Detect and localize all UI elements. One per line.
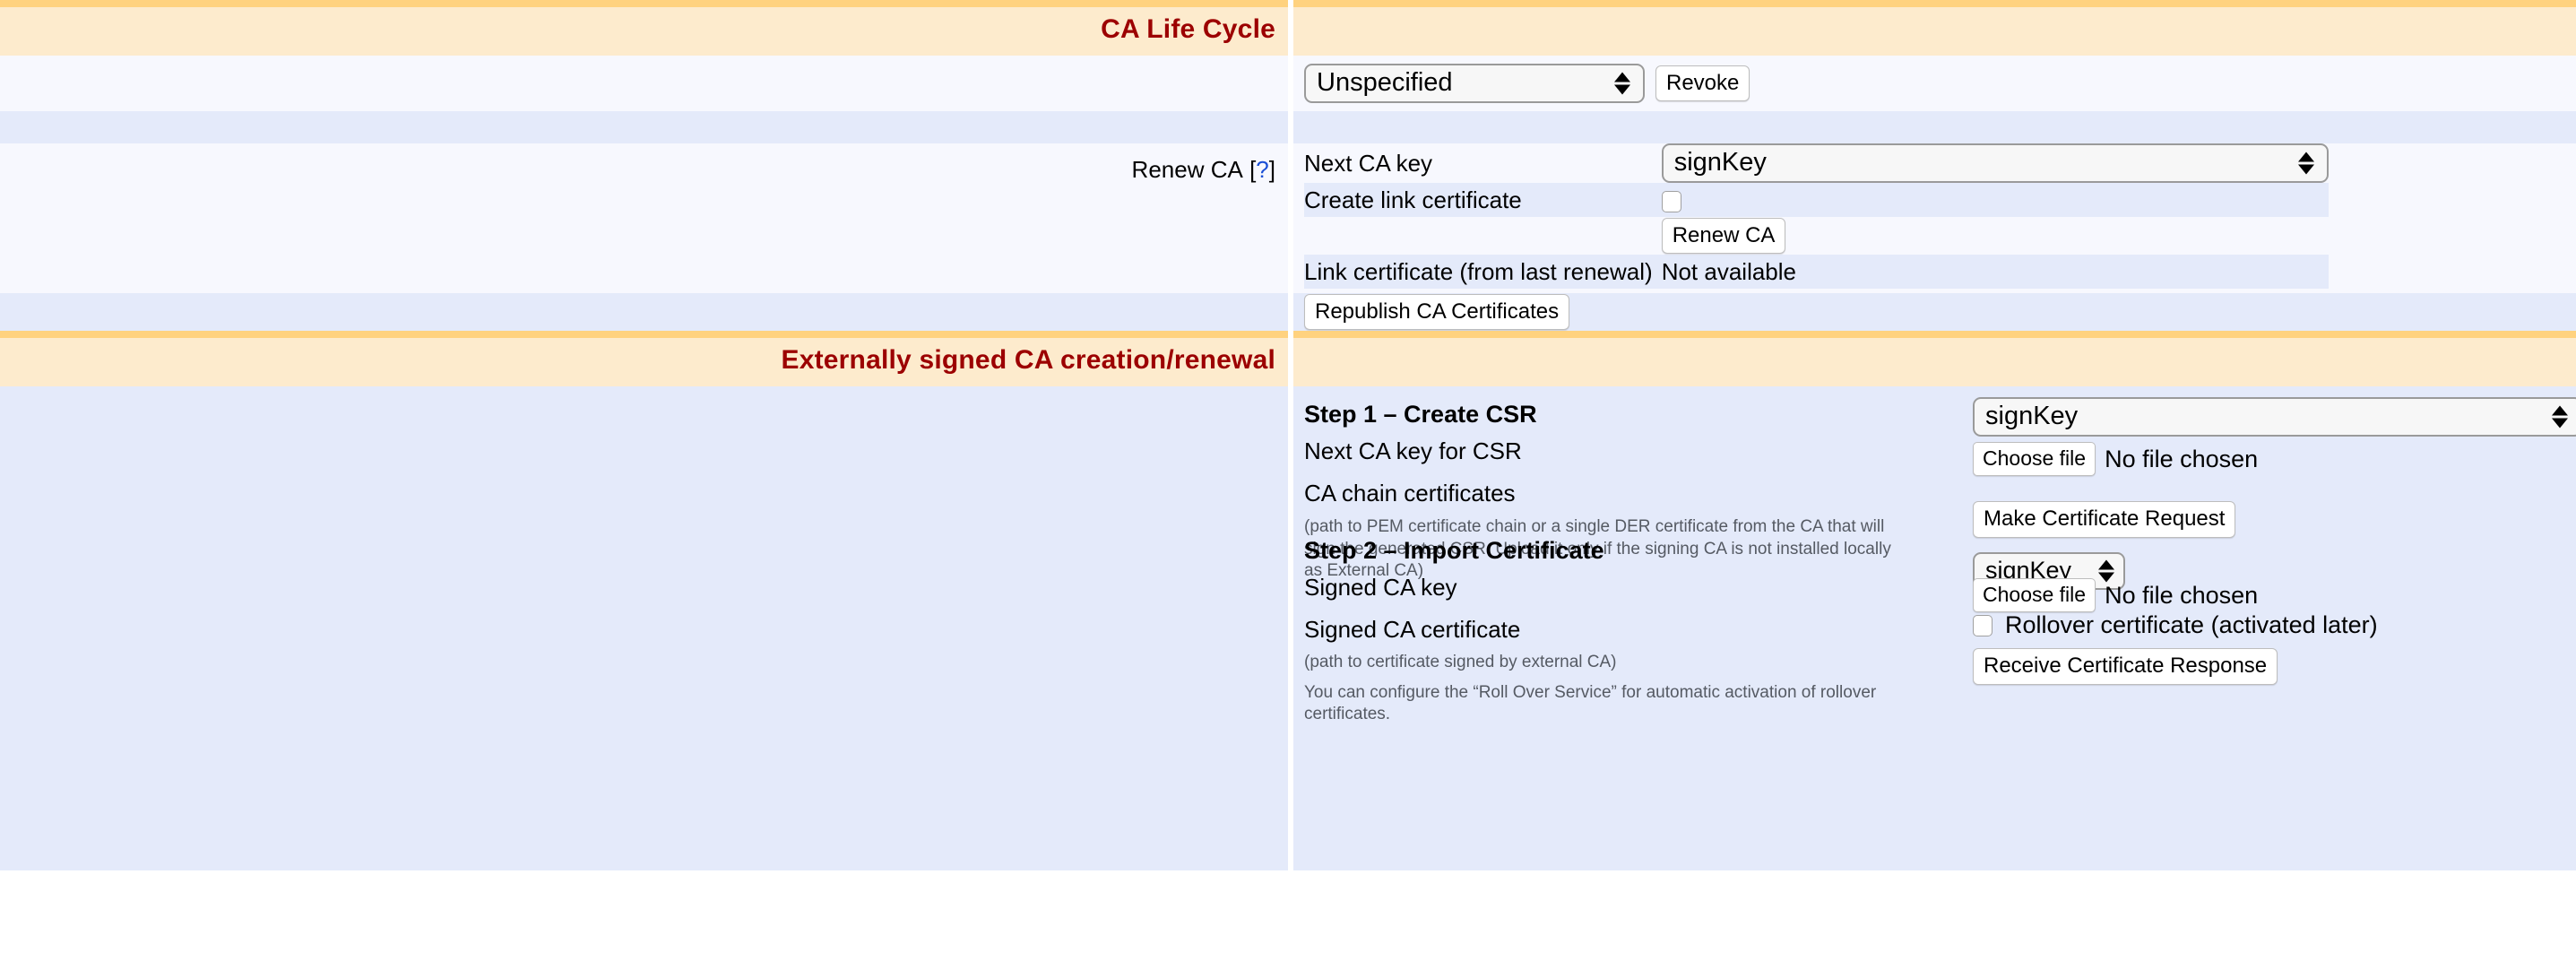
revoke-reason-select-wrap: Unspecified — [1304, 64, 1645, 103]
create-link-certificate-cell — [1662, 183, 2329, 217]
rollover-certificate-checkbox[interactable] — [1973, 615, 1993, 636]
step1-chain-file-input: Choose file No file chosen — [1973, 442, 2258, 476]
step2-file-status: No file chosen — [2105, 582, 2258, 610]
republish-label-cell — [0, 293, 1288, 331]
spacer-left — [0, 111, 1288, 143]
step1-heading: Step 1 – Create CSR — [1304, 401, 1896, 429]
help-question-icon[interactable]: [?] — [1249, 156, 1275, 183]
page-title-external: Externally signed CA creation/renewal — [782, 345, 1275, 375]
revoke-button[interactable]: Revoke — [1655, 65, 1750, 102]
renew-ca-row: Renew CA [?] Next CA key signKey — [0, 143, 2576, 258]
step1-submit-wrap: Make Certificate Request — [1973, 501, 2235, 538]
rollover-certificate-field: Rollover certificate (activated later) — [1973, 611, 2378, 639]
section-header-ca-life-cycle-left: CA Life Cycle — [0, 0, 1288, 56]
next-ca-key-label: Next CA key — [1304, 143, 1662, 183]
republish-row: Republish CA Certificates — [0, 293, 2576, 331]
spacer-right — [1293, 258, 2576, 293]
table-row: Create link certificate — [1304, 183, 2329, 217]
revoke-row: Unspecified Revoke — [0, 56, 2576, 111]
step1-key-select-wrap: signKey — [1973, 397, 2576, 437]
external-body-row: Step 1 – Create CSR Next CA key for CSR … — [0, 386, 2576, 870]
rollover-certificate-label: Rollover certificate (activated later) — [2005, 611, 2378, 639]
renew-ca-label-cell: Renew CA [?] — [0, 143, 1288, 258]
next-ca-key-cell: signKey — [1662, 143, 2329, 183]
create-link-certificate-label: Create link certificate — [1304, 183, 1662, 217]
section-header-external-right — [1293, 331, 2576, 386]
step1-file-status: No file chosen — [2105, 446, 2258, 473]
step1-next-ca-key-select[interactable]: signKey — [1973, 397, 2576, 437]
step2-key-label: Signed CA key — [1304, 574, 1896, 602]
external-body-left — [0, 386, 1288, 870]
section-header-ca-life-cycle-right — [1293, 0, 2576, 56]
renew-ca-fields: Next CA key signKey Create link certific… — [1293, 143, 2576, 258]
step1-key-label: Next CA key for CSR — [1304, 437, 1896, 465]
step2-heading: Step 2 – Import Certificate — [1304, 537, 1896, 565]
external-body-right: Step 1 – Create CSR Next CA key for CSR … — [1293, 386, 2576, 870]
step2-cert-file-input: Choose file No file chosen — [1973, 578, 2258, 612]
renew-ca-label: Renew CA — [1132, 156, 1243, 183]
next-ca-key-select-wrap: signKey — [1662, 143, 2329, 183]
revoke-controls: Unspecified Revoke — [1293, 56, 2576, 111]
table-row: Next CA key signKey — [1304, 143, 2329, 183]
spacer-right — [1293, 111, 2576, 143]
renew-ca-button-row-label — [1304, 217, 1662, 255]
section-header-external-left: Externally signed CA creation/renewal — [0, 331, 1288, 386]
step2-rollover-hint: You can configure the “Roll Over Service… — [1304, 682, 1896, 726]
section-header-external: Externally signed CA creation/renewal — [0, 331, 2576, 386]
republish-controls: Republish CA Certificates — [1293, 293, 2576, 331]
table-row: Renew CA — [1304, 217, 2329, 255]
receive-certificate-response-button[interactable]: Receive Certificate Response — [1973, 648, 2278, 685]
step1-chain-label: CA chain certificates — [1304, 480, 1896, 507]
make-certificate-request-button[interactable]: Make Certificate Request — [1973, 501, 2235, 538]
next-ca-key-select[interactable]: signKey — [1662, 143, 2329, 183]
step2-block: Step 2 – Import Certificate Signed CA ke… — [1304, 537, 1896, 726]
ca-management-page: CA Life Cycle Unspecified Revoke Renew C… — [0, 0, 2576, 870]
spacer-left — [0, 258, 1288, 293]
step2-choose-file-button[interactable]: Choose file — [1973, 578, 2096, 612]
republish-ca-certificates-button[interactable]: Republish CA Certificates — [1304, 294, 1569, 331]
create-link-certificate-checkbox[interactable] — [1662, 191, 1681, 212]
step2-cert-hint: (path to certificate signed by external … — [1304, 652, 1896, 674]
section-header-ca-life-cycle: CA Life Cycle — [0, 0, 2576, 56]
renew-ca-button-cell: Renew CA — [1662, 217, 2329, 255]
renew-ca-button[interactable]: Renew CA — [1662, 218, 1786, 255]
revoke-row-label-cell — [0, 56, 1288, 111]
step2-cert-label: Signed CA certificate — [1304, 616, 1896, 644]
revoke-reason-select[interactable]: Unspecified — [1304, 64, 1645, 103]
step1-choose-file-button[interactable]: Choose file — [1973, 442, 2096, 476]
spacer-row-2 — [0, 258, 2576, 293]
step2-submit-wrap: Receive Certificate Response — [1973, 648, 2278, 685]
spacer-row-1 — [0, 111, 2576, 143]
page-title-ca-life-cycle: CA Life Cycle — [1101, 14, 1275, 44]
help-question-mark[interactable]: ? — [1256, 156, 1268, 183]
